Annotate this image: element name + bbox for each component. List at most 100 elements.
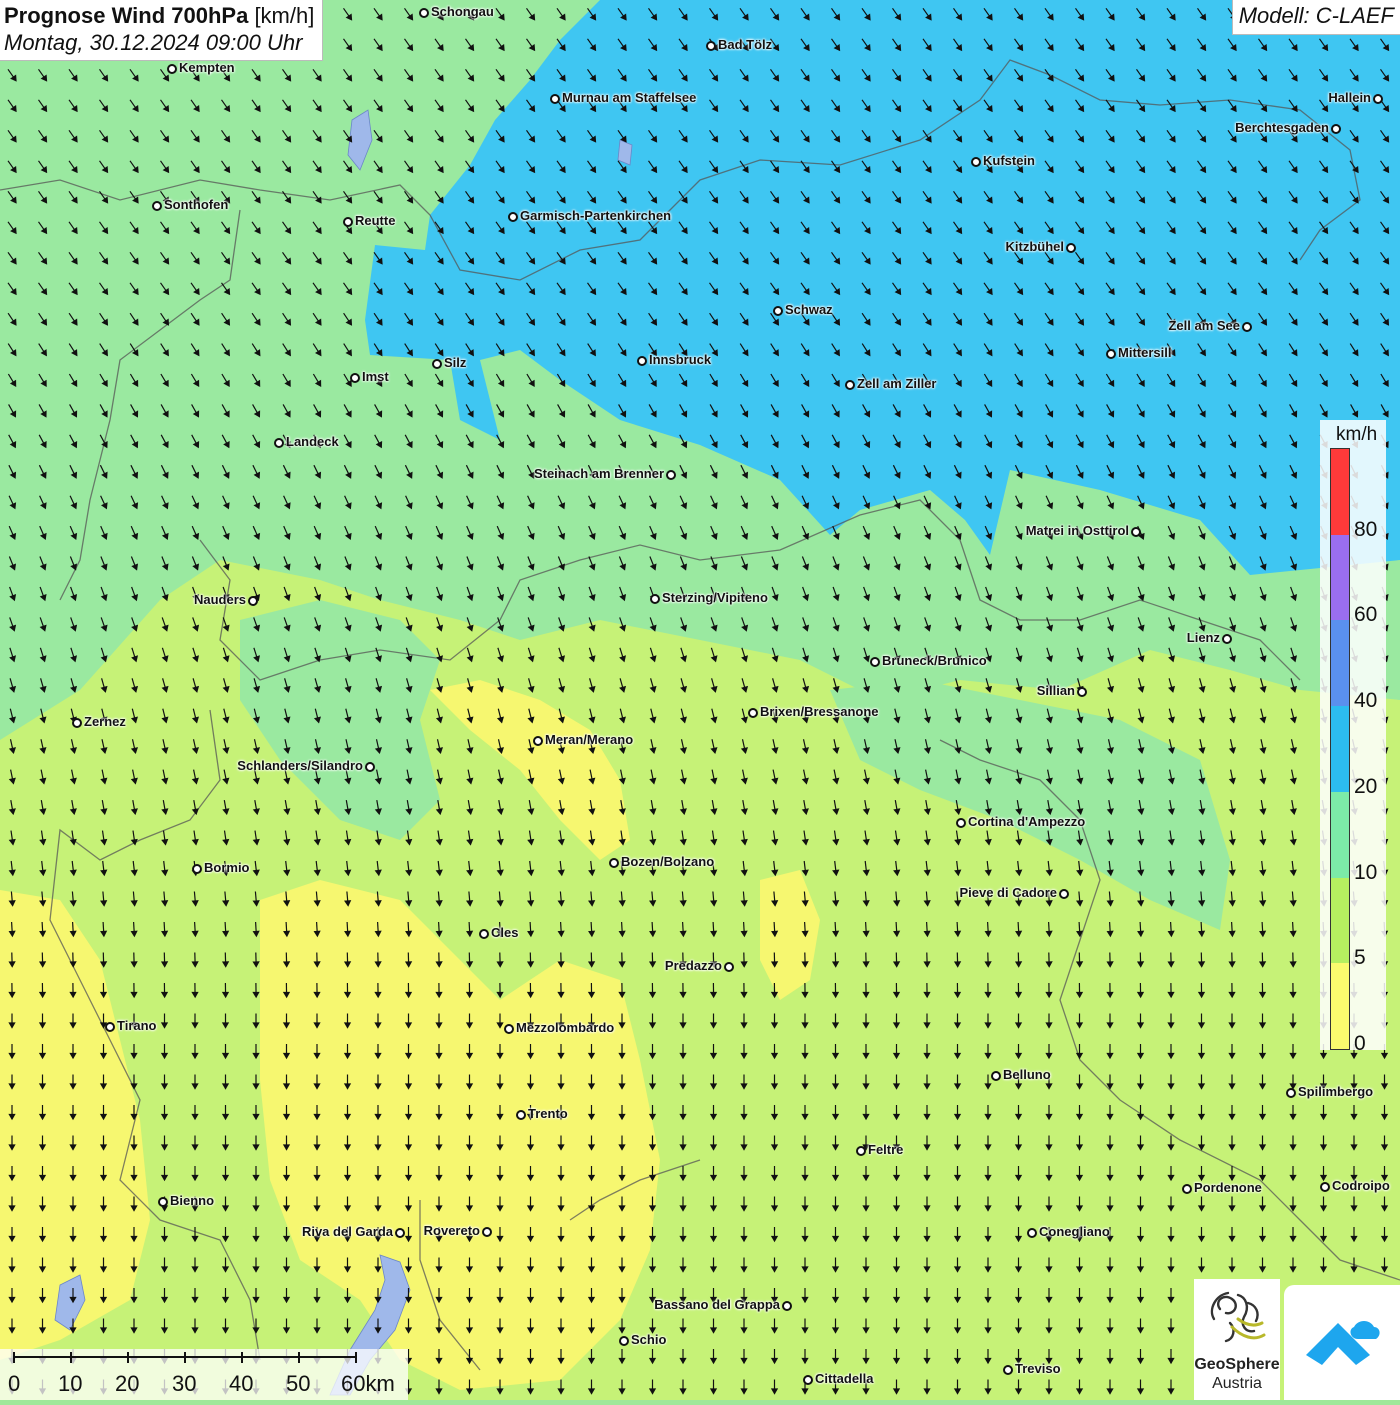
city-marker (105, 1022, 115, 1032)
city-marker (504, 1024, 514, 1034)
city-label: Rovereto (424, 1224, 480, 1238)
city-marker (343, 217, 353, 227)
city-marker (479, 929, 489, 939)
city-label: Mezzolombardo (516, 1021, 614, 1035)
city-marker (158, 1197, 168, 1207)
title-box: Prognose Wind 700hPa [km/h] Montag, 30.1… (0, 0, 323, 61)
city-marker (666, 470, 676, 480)
geosphere-logo[interactable]: GeoSphere Austria (1194, 1279, 1280, 1400)
city-label: Bozen/Bolzano (621, 855, 714, 869)
city-label: Zell am See (1168, 319, 1240, 333)
city-label: Schlanders/Silandro (237, 759, 363, 773)
city-label: Pordenone (1194, 1181, 1262, 1195)
city-label: Conegliano (1039, 1225, 1110, 1239)
city-marker (395, 1228, 405, 1238)
city-marker (1077, 687, 1087, 697)
city-label: Meran/Merano (545, 733, 633, 747)
city-label: Predazzo (665, 959, 722, 973)
map-title-main: Prognose Wind 700hPa (4, 3, 248, 28)
city-marker (167, 64, 177, 74)
city-label: Cortina d'Ampezzo (968, 815, 1085, 829)
legend-color-segment (1331, 620, 1349, 706)
city-label: Bassano del Grappa (654, 1298, 780, 1312)
city-marker (748, 708, 758, 718)
scale-bar: 0 10 20 30 40 50 60km (0, 1349, 408, 1400)
city-marker (773, 306, 783, 316)
city-marker (482, 1227, 492, 1237)
city-marker (637, 356, 647, 366)
city-label: Codroipo (1332, 1179, 1390, 1193)
city-label: Sonthofen (164, 198, 228, 212)
city-label: Steinach am Brenner (534, 467, 664, 481)
scale-label: 50 (286, 1371, 310, 1397)
forecast-datetime: Montag, 30.12.2024 09:00 Uhr (4, 30, 314, 56)
scale-label: 30 (172, 1371, 196, 1397)
city-label: Brixen/Bressanone (760, 705, 879, 719)
city-marker (1027, 1228, 1037, 1238)
city-marker (248, 596, 258, 606)
city-label: Schwaz (785, 303, 833, 317)
city-label: Zell am Ziller (857, 377, 936, 391)
city-label: Berchtesgaden (1235, 121, 1329, 135)
legend-color-segment (1331, 878, 1349, 964)
city-marker (650, 594, 660, 604)
color-legend: km/h 806040201050 (1320, 420, 1386, 1050)
city-marker (845, 380, 855, 390)
city-label: Imst (362, 370, 389, 384)
city-label: Bormio (204, 861, 250, 875)
city-label: Cittadella (815, 1372, 874, 1386)
city-marker (1242, 322, 1252, 332)
city-label: Innsbruck (649, 353, 711, 367)
model-label: Modell: C-LAEF (1232, 0, 1400, 35)
city-label: Hallein (1328, 91, 1371, 105)
city-marker (365, 762, 375, 772)
city-label: Spilimbergo (1298, 1085, 1373, 1099)
legend-label: 20 (1354, 775, 1377, 799)
city-marker (803, 1375, 813, 1385)
city-marker (274, 438, 284, 448)
city-label: Bruneck/Brunico (882, 654, 987, 668)
city-label: Sterzing/Vipiteno (662, 591, 768, 605)
city-marker (516, 1110, 526, 1120)
legend-color-segment (1331, 706, 1349, 792)
city-label: Garmisch-Partenkirchen (520, 209, 671, 223)
city-marker (550, 94, 560, 104)
app-arrow-icon (1284, 1285, 1400, 1400)
city-marker (1373, 94, 1383, 104)
city-marker (1320, 1182, 1330, 1192)
geosphere-name: GeoSphere (1194, 1356, 1280, 1374)
legend-color-segment (1331, 535, 1349, 621)
city-marker (782, 1301, 792, 1311)
legend-color-segment (1331, 792, 1349, 878)
scale-label: 60km (341, 1371, 395, 1397)
city-label: Riva del Garda (302, 1225, 393, 1239)
scale-label: 10 (58, 1371, 82, 1397)
city-marker (533, 736, 543, 746)
city-marker (870, 657, 880, 667)
city-marker (1182, 1184, 1192, 1194)
legend-bar (1330, 448, 1350, 1050)
city-marker (508, 212, 518, 222)
city-marker (350, 373, 360, 383)
legend-label: 60 (1354, 603, 1377, 627)
legend-color-segment (1331, 449, 1349, 535)
city-label: Pieve di Cadore (959, 886, 1057, 900)
scale-label: 20 (115, 1371, 139, 1397)
city-marker (152, 201, 162, 211)
scale-label: 0 (8, 1371, 20, 1397)
geosphere-swirl-icon (1194, 1279, 1280, 1355)
city-label: Nauders (194, 593, 246, 607)
city-marker (619, 1336, 629, 1346)
city-label: Bad Tölz (718, 38, 772, 52)
city-label: Trento (528, 1107, 568, 1121)
city-label: Schio (631, 1333, 666, 1347)
city-label: Schongau (431, 5, 494, 19)
city-marker (1131, 527, 1141, 537)
city-marker (72, 718, 82, 728)
city-marker (1106, 349, 1116, 359)
app-logo[interactable] (1284, 1285, 1400, 1400)
city-marker (419, 8, 429, 18)
scale-label: 40 (229, 1371, 253, 1397)
city-label: Tirano (117, 1019, 157, 1033)
legend-label: 0 (1354, 1032, 1366, 1056)
